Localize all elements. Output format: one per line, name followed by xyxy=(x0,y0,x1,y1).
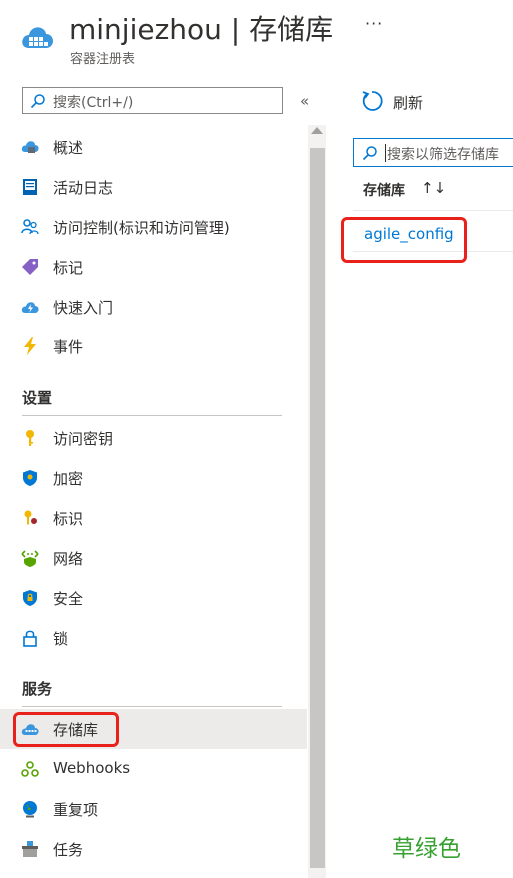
globe-icon xyxy=(23,801,37,818)
annotation-text: 草绿色 xyxy=(392,836,461,862)
sidebar-item-tasks[interactable]: 任务 xyxy=(0,829,307,869)
section-title-settings: 设置 xyxy=(22,389,53,407)
repository-filter-input[interactable]: 搜索以筛选存储库 xyxy=(353,138,513,167)
sidebar-item-label: 活动日志 xyxy=(53,179,114,197)
section-divider xyxy=(22,415,282,416)
sidebar-search-input[interactable]: 搜索(Ctrl+/) xyxy=(22,87,283,114)
sidebar-item-encryption[interactable]: 加密 xyxy=(0,458,307,498)
sidebar-item-label: 网络 xyxy=(53,550,84,568)
search-icon xyxy=(362,146,377,161)
sidebar-search-placeholder: 搜索(Ctrl+/) xyxy=(53,95,134,111)
activity-log-icon xyxy=(23,179,37,195)
sidebar-item-quickstart[interactable]: 快速入门 xyxy=(0,287,307,327)
tasks-icon xyxy=(22,841,38,857)
quickstart-cloud-icon xyxy=(21,302,39,313)
refresh-label: 刷新 xyxy=(393,94,424,112)
identity-key-icon xyxy=(24,510,37,525)
sidebar-item-activity-log[interactable]: 活动日志 xyxy=(0,167,307,207)
sort-icon[interactable]: ↑↓ xyxy=(421,179,446,197)
sidebar-item-label: 标记 xyxy=(53,259,84,277)
section-title-services: 服务 xyxy=(22,680,53,698)
key-icon xyxy=(26,430,34,446)
sidebar-item-label: 重复项 xyxy=(53,801,99,819)
sidebar-item-networking[interactable]: 网络 xyxy=(0,538,307,578)
container-registry-cloud-icon xyxy=(22,27,53,48)
sidebar-item-tags[interactable]: 标记 xyxy=(0,247,307,287)
security-shield-icon xyxy=(23,590,37,606)
network-icon xyxy=(21,550,39,567)
sidebar-scrollbar-thumb[interactable] xyxy=(310,148,325,868)
sidebar-item-label: 加密 xyxy=(53,470,84,488)
sidebar-item-access-keys[interactable]: 访问密钥 xyxy=(0,418,307,458)
scroll-up-arrow-icon[interactable] xyxy=(311,127,323,134)
sidebar-item-events[interactable]: 事件 xyxy=(0,326,307,366)
repository-filter-placeholder: 搜索以筛选存储库 xyxy=(387,147,499,163)
page-subtitle: 容器注册表 xyxy=(70,52,136,67)
sidebar-item-identity[interactable]: 标识 xyxy=(0,498,307,538)
collapse-sidebar-button[interactable]: « xyxy=(300,92,309,110)
sidebar-item-label: 安全 xyxy=(53,590,84,608)
sidebar-item-label: 标识 xyxy=(53,510,84,528)
section-divider xyxy=(22,706,282,707)
sidebar-item-replications[interactable]: 重复项 xyxy=(0,789,307,829)
sidebar-item-label: 锁 xyxy=(53,630,69,648)
sidebar-item-webhooks[interactable]: Webhooks xyxy=(0,749,307,789)
sidebar-item-label: Webhooks xyxy=(53,759,131,777)
page-title: minjiezhou | 存储库 xyxy=(69,13,334,46)
sidebar-item-label: 访问控制(标识和访问管理) xyxy=(53,219,230,237)
tag-icon xyxy=(22,259,38,275)
lock-icon xyxy=(23,630,37,647)
sidebar-item-label: 事件 xyxy=(53,338,84,356)
sidebar-item-label: 概述 xyxy=(53,139,84,157)
search-icon xyxy=(30,94,45,109)
more-options-button[interactable]: ··· xyxy=(365,14,383,33)
sidebar-item-locks[interactable]: 锁 xyxy=(0,618,307,658)
highlight-box-repositories xyxy=(13,712,119,747)
sidebar-item-overview[interactable]: 概述 xyxy=(0,127,307,167)
refresh-icon xyxy=(362,91,383,111)
column-header-repository[interactable]: 存储库 xyxy=(363,180,405,200)
sidebar-item-access-control[interactable]: 访问控制(标识和访问管理) xyxy=(0,207,307,247)
sidebar-item-label: 任务 xyxy=(53,841,84,859)
sidebar-item-label: 访问密钥 xyxy=(53,430,114,448)
webhook-icon xyxy=(21,761,39,777)
highlight-box-repository xyxy=(341,217,467,263)
people-icon xyxy=(21,219,39,235)
shield-icon xyxy=(23,470,37,486)
sidebar-item-label: 快速入门 xyxy=(53,299,114,317)
table-divider xyxy=(353,210,513,211)
lightning-icon xyxy=(24,337,36,355)
sidebar-item-security[interactable]: 安全 xyxy=(0,578,307,618)
text-caret xyxy=(385,144,386,162)
overview-cloud-icon xyxy=(21,141,39,153)
